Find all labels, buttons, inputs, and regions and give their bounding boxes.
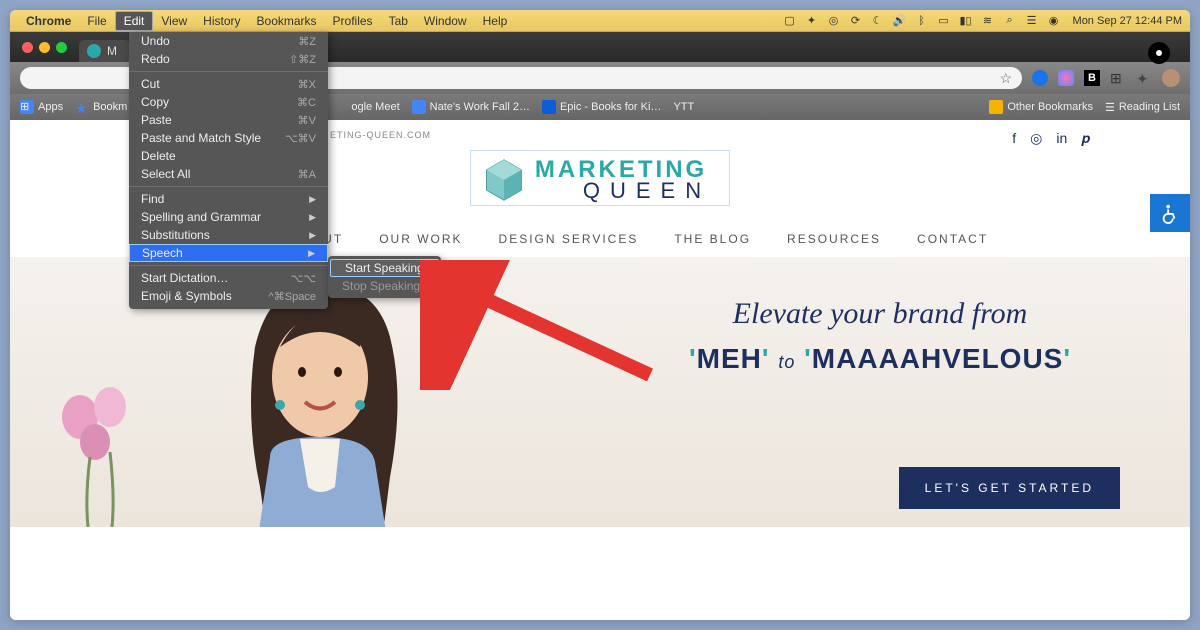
flowers-illustration: [40, 367, 160, 527]
epic-icon: [542, 100, 556, 114]
star-icon: ★: [75, 100, 89, 114]
bookmark-item[interactable]: Nate's Work Fall 2…: [412, 100, 530, 114]
siri-icon[interactable]: ◉: [1047, 14, 1061, 28]
status-icon[interactable]: ✦: [805, 14, 819, 28]
window-controls[interactable]: [22, 42, 67, 53]
menu-substitutions[interactable]: Substitutions▶: [129, 226, 328, 244]
spotlight-icon[interactable]: ⌕: [1003, 14, 1017, 28]
nav-design-services[interactable]: DESIGN SERVICES: [499, 232, 639, 249]
menu-delete[interactable]: Delete: [129, 147, 328, 165]
submenu-stop-speaking: Stop Speaking: [328, 277, 441, 295]
display-icon[interactable]: ▭: [937, 14, 951, 28]
tab-favicon-icon: [87, 44, 101, 58]
cta-button[interactable]: LET'S GET STARTED: [899, 467, 1120, 509]
apps-grid-icon[interactable]: ⊞: [1110, 70, 1126, 86]
nav-resources[interactable]: RESOURCES: [787, 232, 881, 249]
menubar-bookmarks[interactable]: Bookmarks: [249, 12, 325, 30]
menu-paste-match[interactable]: Paste and Match Style⌥⌘V: [129, 129, 328, 147]
chevron-right-icon: ▶: [308, 248, 315, 259]
menubar-tab[interactable]: Tab: [381, 12, 416, 30]
bookmark-item[interactable]: ★Bookm: [75, 100, 127, 114]
menu-select-all[interactable]: Select All⌘A: [129, 165, 328, 183]
chevron-right-icon: ▶: [309, 194, 316, 205]
site-logo[interactable]: MARKETING QUEEN: [470, 150, 730, 206]
menu-separator: [129, 186, 328, 187]
do-not-disturb-icon[interactable]: ☾: [871, 14, 885, 28]
bookmark-item[interactable]: ogle Meet: [351, 101, 399, 113]
volume-icon[interactable]: 🔊: [893, 14, 907, 28]
apps-icon: ⊞: [20, 100, 34, 114]
menubar-window[interactable]: Window: [416, 12, 475, 30]
profile-avatar-icon[interactable]: [1162, 69, 1180, 87]
menubar-app-name: Chrome: [18, 14, 79, 28]
doc-icon: [412, 100, 426, 114]
chevron-right-icon: ▶: [309, 212, 316, 223]
menu-speech[interactable]: Speech▶: [129, 244, 328, 262]
bookmark-apps[interactable]: ⊞Apps: [20, 100, 63, 114]
bluetooth-icon[interactable]: ᛒ: [915, 14, 929, 28]
folder-icon: [989, 100, 1003, 114]
logo-mark-icon: [481, 157, 527, 203]
menu-find[interactable]: Find▶: [129, 190, 328, 208]
extension-icon[interactable]: [1058, 70, 1074, 86]
menubar-edit[interactable]: Edit: [115, 11, 154, 31]
macos-menubar: Chrome File Edit View History Bookmarks …: [10, 10, 1190, 32]
menu-emoji[interactable]: Emoji & Symbols^⌘Space: [129, 287, 328, 305]
menubar-history[interactable]: History: [195, 12, 248, 30]
menubar-clock[interactable]: Mon Sep 27 12:44 PM: [1073, 15, 1182, 27]
maximize-window-icon[interactable]: [56, 42, 67, 53]
status-icon[interactable]: ◎: [827, 14, 841, 28]
menu-undo[interactable]: Undo⌘Z: [129, 32, 328, 50]
battery-icon[interactable]: ▮▯: [959, 14, 973, 28]
menu-paste[interactable]: Paste⌘V: [129, 111, 328, 129]
extension-icon[interactable]: B: [1084, 70, 1100, 86]
menubar-help[interactable]: Help: [475, 12, 516, 30]
browser-tab[interactable]: M: [79, 40, 131, 62]
menu-separator: [129, 265, 328, 266]
reading-list[interactable]: ☰Reading List: [1105, 100, 1180, 114]
nav-our-work[interactable]: OUR WORK: [379, 232, 462, 249]
menu-separator: [129, 71, 328, 72]
edit-dropdown-menu: Undo⌘Z Redo⇧⌘Z Cut⌘X Copy⌘C Paste⌘V Past…: [129, 32, 328, 309]
status-icon[interactable]: ▢: [783, 14, 797, 28]
speech-submenu: Start Speaking Stop Speaking: [328, 256, 441, 298]
nav-contact[interactable]: CONTACT: [917, 232, 988, 249]
camera-indicator-icon: [1148, 42, 1170, 64]
tab-title: M: [107, 44, 117, 58]
menubar-file[interactable]: File: [79, 12, 114, 30]
tagline-bold: 'MEH' to 'MAAAAHVELOUS': [610, 343, 1150, 375]
menubar-profiles[interactable]: Profiles: [325, 12, 381, 30]
extension-icon[interactable]: [1032, 70, 1048, 86]
wifi-icon[interactable]: ≋: [981, 14, 995, 28]
other-bookmarks[interactable]: Other Bookmarks: [989, 100, 1093, 114]
menu-redo[interactable]: Redo⇧⌘Z: [129, 50, 328, 68]
status-icon[interactable]: ⟳: [849, 14, 863, 28]
menu-spelling[interactable]: Spelling and Grammar▶: [129, 208, 328, 226]
nav-blog[interactable]: THE BLOG: [674, 232, 751, 249]
logo-text-bottom: QUEEN: [583, 180, 711, 202]
close-window-icon[interactable]: [22, 42, 33, 53]
bookmark-star-icon[interactable]: ☆: [999, 70, 1012, 87]
submenu-start-speaking[interactable]: Start Speaking: [330, 259, 439, 277]
tagline-script: Elevate your brand from: [610, 297, 1150, 331]
menu-dictation[interactable]: Start Dictation…⌥⌥: [129, 269, 328, 287]
chevron-right-icon: ▶: [309, 230, 316, 241]
menu-copy[interactable]: Copy⌘C: [129, 93, 328, 111]
menubar-view[interactable]: View: [153, 12, 195, 30]
control-center-icon[interactable]: ☰: [1025, 14, 1039, 28]
extensions-puzzle-icon[interactable]: ✦: [1136, 70, 1152, 86]
minimize-window-icon[interactable]: [39, 42, 50, 53]
bookmark-item[interactable]: YTT: [673, 101, 694, 113]
list-icon: ☰: [1105, 101, 1115, 114]
bookmark-item[interactable]: Epic - Books for Ki…: [542, 100, 661, 114]
menubar-status-area: ▢ ✦ ◎ ⟳ ☾ 🔊 ᛒ ▭ ▮▯ ≋ ⌕ ☰ ◉ Mon Sep 27 12…: [783, 14, 1182, 28]
menu-cut[interactable]: Cut⌘X: [129, 75, 328, 93]
